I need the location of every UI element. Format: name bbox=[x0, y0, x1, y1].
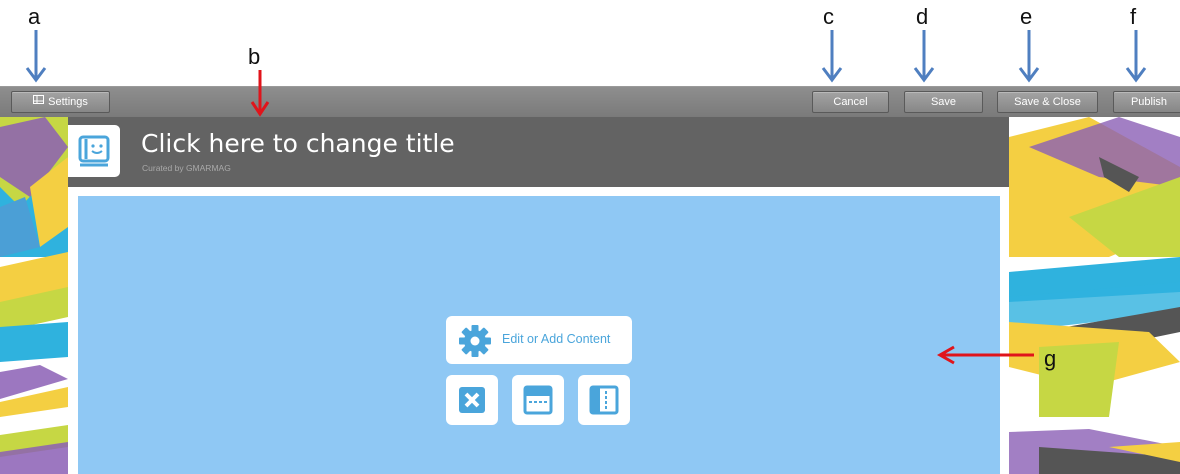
close-icon bbox=[458, 386, 486, 419]
annotation-arrow-d bbox=[913, 30, 935, 83]
settings-button[interactable]: Settings bbox=[11, 91, 110, 113]
annotation-arrow-b bbox=[250, 70, 270, 117]
save-label: Save bbox=[930, 96, 957, 108]
save-close-button[interactable]: Save & Close bbox=[997, 91, 1098, 113]
edit-add-content-label: Edit or Add Content bbox=[502, 332, 611, 346]
save-close-label: Save & Close bbox=[1014, 96, 1081, 108]
publish-button[interactable]: Publish bbox=[1113, 91, 1180, 113]
split-vertical-icon bbox=[589, 385, 619, 420]
split-horizontal-button[interactable] bbox=[512, 375, 564, 425]
settings-icon bbox=[33, 92, 45, 112]
annotation-arrow-a bbox=[25, 30, 47, 83]
annotation-arrow-c bbox=[821, 30, 843, 83]
annotation-c: c bbox=[823, 4, 834, 29]
split-horizontal-icon bbox=[523, 385, 553, 420]
annotation-g: g bbox=[1044, 346, 1057, 371]
annotation-b: b bbox=[248, 44, 261, 69]
delete-block-button[interactable] bbox=[446, 375, 498, 425]
annotation-arrow-e bbox=[1018, 30, 1040, 83]
annotation-d: d bbox=[916, 4, 929, 29]
annotation-a: a bbox=[28, 4, 41, 29]
cancel-button[interactable]: Cancel bbox=[812, 91, 889, 113]
logo-icon bbox=[68, 125, 120, 177]
gear-icon bbox=[458, 325, 492, 362]
annotation-f: f bbox=[1130, 4, 1137, 29]
publish-label: Publish bbox=[1130, 96, 1168, 108]
curator-subtitle: Curated by GMARMAG bbox=[142, 163, 231, 173]
split-vertical-button[interactable] bbox=[578, 375, 630, 425]
right-background-art bbox=[1009, 117, 1180, 474]
cancel-label: Cancel bbox=[833, 96, 868, 108]
annotation-arrow-g bbox=[936, 345, 1034, 365]
left-background-art bbox=[0, 117, 68, 474]
settings-label: Settings bbox=[48, 96, 88, 108]
annotation-arrow-f bbox=[1125, 30, 1147, 83]
title-header[interactable]: Click here to change title Curated by GM… bbox=[68, 117, 1009, 187]
toolbar: Settings Cancel Save Save & Close Publis… bbox=[0, 86, 1180, 118]
page-title[interactable]: Click here to change title bbox=[141, 129, 455, 158]
edit-add-content-button[interactable]: Edit or Add Content bbox=[446, 316, 632, 364]
annotation-e: e bbox=[1020, 4, 1033, 29]
save-button[interactable]: Save bbox=[904, 91, 983, 113]
